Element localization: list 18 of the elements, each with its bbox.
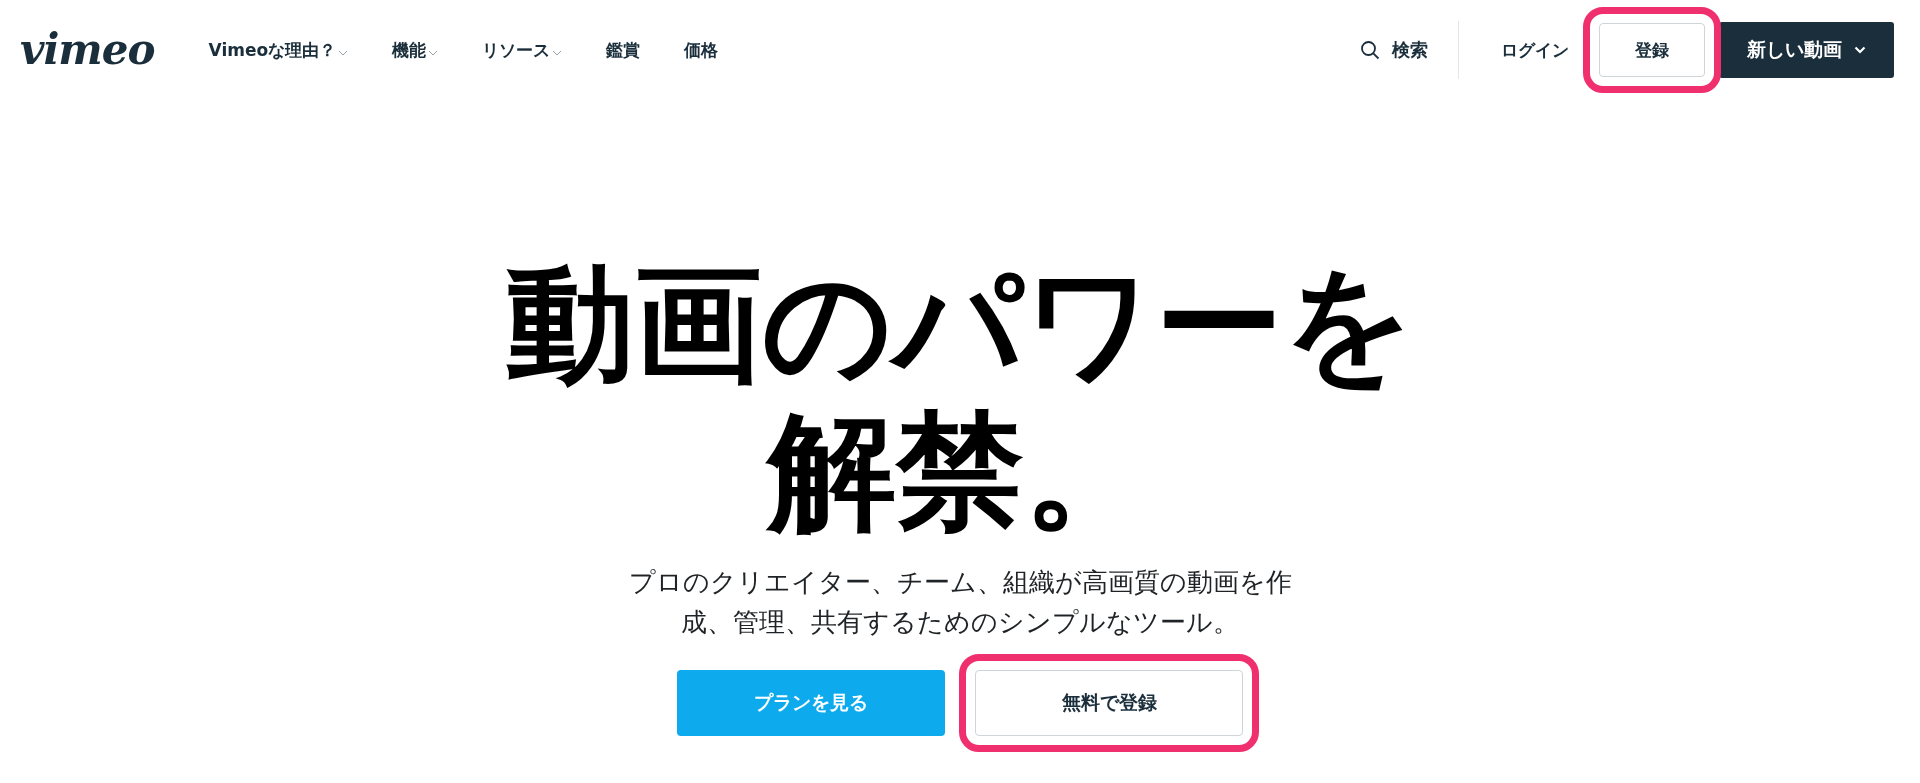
chevron-icon: [1854, 46, 1866, 54]
nav-link[interactable]: 機能: [392, 38, 439, 62]
search-icon: [1360, 40, 1380, 60]
signup-button[interactable]: 無料で登録: [975, 670, 1243, 736]
signup-button[interactable]: 登録: [1599, 23, 1705, 77]
chevron-icon: [338, 50, 349, 56]
hero-title: 動画のパワーを: [506, 250, 1414, 398]
login-link[interactable]: ログイン: [1501, 38, 1569, 62]
chevron-icon: [428, 50, 439, 56]
vimeo-logo[interactable]: vimeo: [20, 29, 155, 71]
hero-subtitle: プロのクリエイター、チーム、組織が高画質の動画を作成、管理、共有するためのシンプルなツール。: [627, 566, 1293, 639]
nav-link[interactable]: 価格: [684, 38, 719, 62]
nav-link[interactable]: Vimeoな理由？: [208, 38, 349, 62]
new-video-button[interactable]: 新しい動画: [1719, 22, 1894, 78]
chevron-icon: [552, 50, 563, 56]
search-link[interactable]: 検索: [1360, 38, 1428, 62]
nav-link[interactable]: 鑑賞: [606, 38, 641, 62]
nav-link[interactable]: リソース: [482, 38, 563, 62]
